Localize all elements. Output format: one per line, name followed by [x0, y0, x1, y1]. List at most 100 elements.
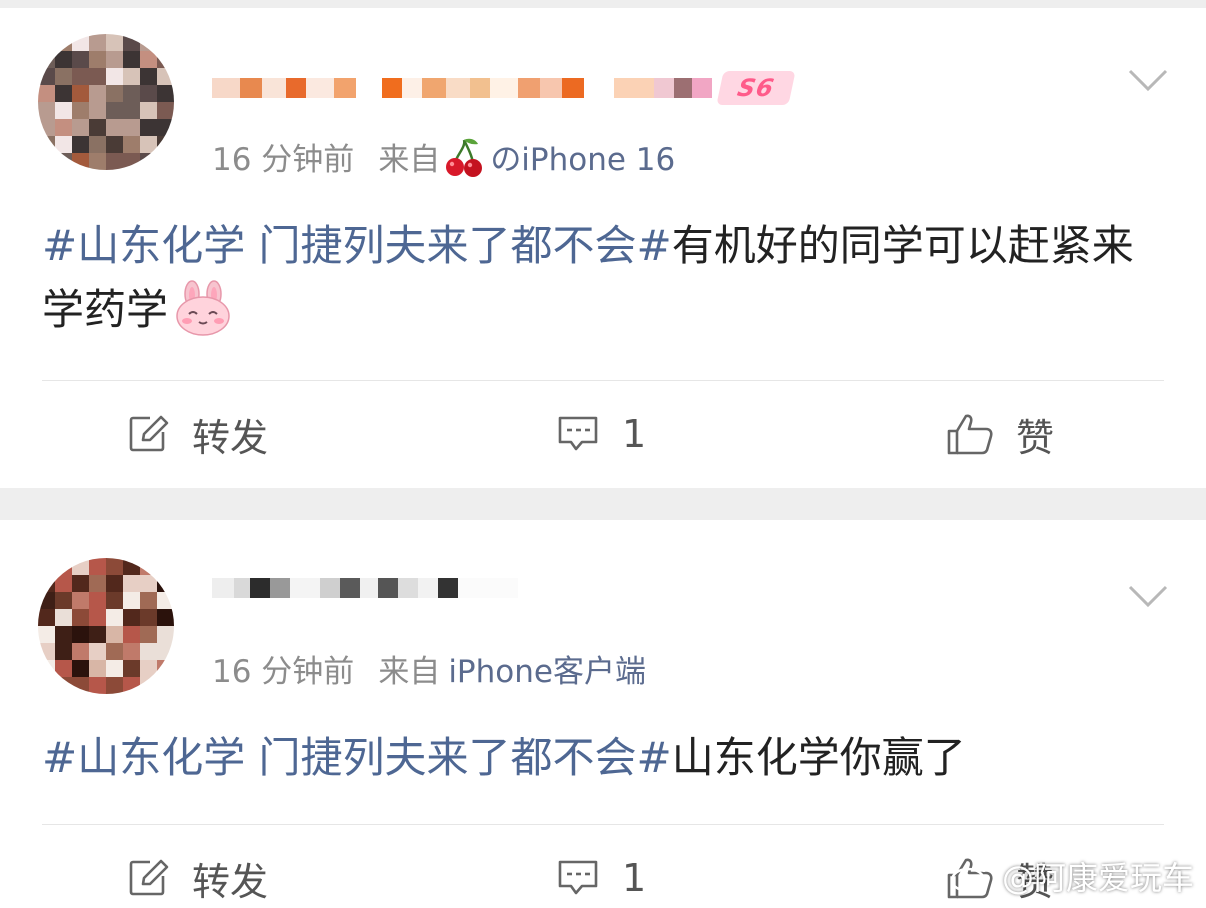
avatar-pixel — [72, 575, 89, 592]
avatar-pixel — [157, 153, 174, 170]
avatar-pixel — [157, 575, 174, 592]
comment-button[interactable]: 1 — [556, 838, 646, 908]
post-meta: 16 分钟前 来自 iPhone客户端 — [212, 646, 646, 691]
avatar-pixel — [140, 575, 157, 592]
avatar-pixel — [55, 660, 72, 677]
device-link[interactable]: iPhone客户端 — [448, 646, 646, 691]
post-meta: 16 分钟前 来自 のiPhone 16 — [212, 134, 675, 179]
username-blurred[interactable] — [212, 570, 518, 606]
avatar-pixel — [123, 660, 140, 677]
like-button[interactable]: 赞 — [946, 394, 1054, 474]
chevron-down-icon[interactable] — [1128, 584, 1168, 608]
avatar-pixel — [106, 575, 123, 592]
comment-button[interactable]: 1 — [556, 394, 646, 474]
avatar-pixel — [55, 609, 72, 626]
avatar-pixel — [72, 68, 89, 85]
username-blurred[interactable]: S6 — [212, 70, 796, 106]
avatar-pixel — [89, 677, 106, 694]
chevron-down-icon[interactable] — [1128, 68, 1168, 92]
weibo-feed: S6 16 分钟前 来自 のiPhone 16 #山东化学 门捷列夫来了都不会#… — [0, 0, 1206, 908]
avatar-pixel — [89, 119, 106, 136]
avatar-pixel — [106, 660, 123, 677]
avatar-pixel — [123, 34, 140, 51]
avatar-pixel — [72, 136, 89, 153]
comment-icon — [558, 860, 598, 895]
avatar-pixel — [106, 119, 123, 136]
avatar-pixel — [157, 119, 174, 136]
avatar-pixel — [38, 643, 55, 660]
avatar-pixel — [140, 677, 157, 694]
topic-link[interactable]: #山东化学 门捷列夫来了都不会# — [42, 221, 672, 270]
avatar-pixel — [106, 677, 123, 694]
avatar-pixel — [140, 119, 157, 136]
avatar-pixel — [72, 677, 89, 694]
divider — [42, 380, 1164, 381]
avatar-pixel — [38, 102, 55, 119]
avatar-pixel — [55, 575, 72, 592]
avatar-pixel — [89, 592, 106, 609]
avatar-pixel — [106, 102, 123, 119]
avatar-pixel — [55, 85, 72, 102]
avatar-pixel — [89, 34, 106, 51]
avatar-pixel — [38, 119, 55, 136]
watermark: @阿康爱玩车 — [950, 852, 1194, 900]
repost-button[interactable]: 转发 — [128, 394, 268, 474]
avatar-pixel — [106, 592, 123, 609]
avatar-pixel — [106, 643, 123, 660]
avatar-pixel — [106, 68, 123, 85]
avatar-pixel — [72, 609, 89, 626]
device-link[interactable]: のiPhone 16 — [490, 134, 675, 179]
avatar-pixel — [140, 558, 157, 575]
source-label: 来自 — [378, 142, 441, 178]
avatar-pixel — [38, 85, 55, 102]
watermark-text: @阿康爱玩车 — [1001, 859, 1194, 897]
avatar-pixel — [106, 153, 123, 170]
avatar-pixel — [55, 102, 72, 119]
avatar-pixel — [123, 609, 140, 626]
action-bar: 转发 1 赞 — [0, 394, 1206, 474]
avatar-pixel — [123, 626, 140, 643]
avatar-pixel — [123, 102, 140, 119]
avatar-pixel — [123, 558, 140, 575]
avatar-pixel — [89, 153, 106, 170]
avatar-pixel — [157, 643, 174, 660]
avatar-pixel — [72, 153, 89, 170]
avatar-pixel — [157, 609, 174, 626]
source-label: 来自 — [378, 654, 441, 690]
avatar-pixel — [106, 136, 123, 153]
avatar-pixel — [72, 34, 89, 51]
post-time: 16 分钟前 — [212, 142, 355, 178]
avatar-pixel — [89, 609, 106, 626]
avatar-pixel — [157, 592, 174, 609]
avatar-pixel — [55, 558, 72, 575]
avatar[interactable] — [38, 34, 174, 170]
comment-icon — [558, 416, 598, 451]
avatar-pixel — [140, 85, 157, 102]
avatar-pixel — [89, 102, 106, 119]
repost-label: 转发 — [192, 859, 269, 904]
avatar-pixel — [89, 51, 106, 68]
avatar-pixel — [140, 153, 157, 170]
avatar-pixel — [72, 626, 89, 643]
avatar-pixel — [157, 68, 174, 85]
avatar-pixel — [55, 592, 72, 609]
avatar-pixel — [72, 102, 89, 119]
avatar-pixel — [38, 609, 55, 626]
avatar-pixel — [38, 136, 55, 153]
avatar-pixel — [55, 677, 72, 694]
repost-button[interactable]: 转发 — [128, 838, 268, 908]
avatar-pixel — [140, 102, 157, 119]
post-card: S6 16 分钟前 来自 のiPhone 16 #山东化学 门捷列夫来了都不会#… — [0, 8, 1206, 488]
avatar-pixel — [157, 34, 174, 51]
avatar-pixel — [38, 575, 55, 592]
avatar-pixel — [106, 34, 123, 51]
avatar-pixel — [72, 85, 89, 102]
avatar-pixel — [140, 626, 157, 643]
avatar-pixel — [55, 626, 72, 643]
avatar-pixel — [123, 119, 140, 136]
topic-link[interactable]: #山东化学 门捷列夫来了都不会# — [42, 733, 672, 782]
avatar-pixel — [123, 153, 140, 170]
avatar-pixel — [72, 592, 89, 609]
post-time: 16 分钟前 — [212, 654, 355, 690]
avatar[interactable] — [38, 558, 174, 694]
